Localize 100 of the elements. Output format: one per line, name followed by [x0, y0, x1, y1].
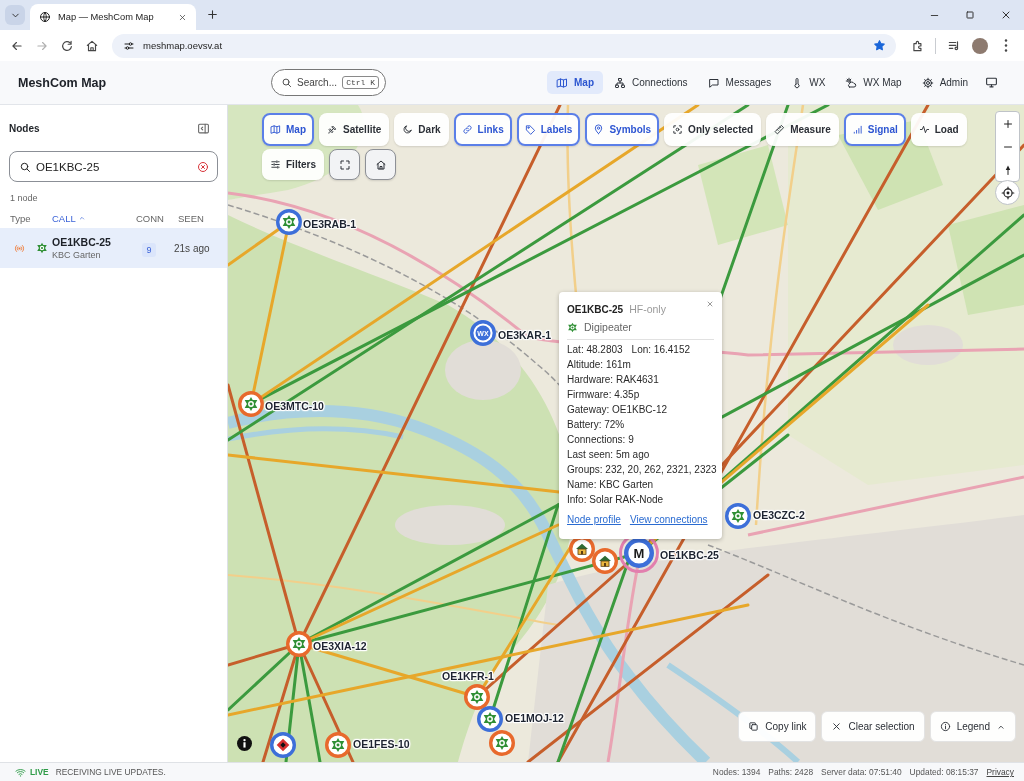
- popup-field: Altitude: 161m: [567, 357, 714, 372]
- popup-link[interactable]: View connections: [629, 513, 708, 527]
- nav-tab[interactable]: WX: [782, 71, 835, 94]
- sort-caret-icon: [77, 214, 86, 222]
- monitor-icon: [985, 76, 998, 89]
- node-label: OE3CZC-2: [753, 509, 805, 522]
- popup-field: Groups: 232, 20, 262, 2321, 2323: [567, 462, 714, 477]
- site-settings-icon[interactable]: [123, 39, 135, 52]
- nav-tab[interactable]: Admin: [912, 71, 977, 94]
- popup-field: Hardware: RAK4631: [567, 372, 714, 387]
- popup-field: Name: KBC Garten: [567, 477, 714, 492]
- popup-tag: HF-only: [629, 303, 666, 315]
- legend-button[interactable]: Legend: [929, 711, 1016, 742]
- sun-cloud-icon: [845, 76, 858, 89]
- status-stat: Updated: 08:15:37: [909, 767, 979, 777]
- toggle-button[interactable]: Symbols: [585, 113, 660, 146]
- toggle-button[interactable]: Only selected: [664, 113, 762, 146]
- map-icon: [270, 124, 281, 135]
- column-header[interactable]: CALL: [52, 212, 136, 224]
- keyboard-shortcut: Ctrl K: [342, 76, 379, 89]
- info-icon: [939, 721, 951, 732]
- map-action-button[interactable]: Clear selection: [821, 711, 925, 742]
- reload-icon: [59, 38, 74, 53]
- nav-tab[interactable]: WX Map: [836, 71, 911, 94]
- layer-button[interactable]: Map: [262, 113, 314, 146]
- sidebar-collapse-icon[interactable]: [197, 121, 210, 135]
- nav-tab[interactable]: Map: [547, 71, 603, 94]
- home-icon: [84, 38, 99, 53]
- profile-avatar[interactable]: [972, 37, 988, 54]
- star-icon[interactable]: [873, 39, 886, 52]
- radio-waves-icon: [14, 242, 25, 254]
- last-seen: 21s ago: [174, 242, 211, 254]
- column-header[interactable]: SEEN: [178, 212, 227, 224]
- hierarchy-icon: [614, 76, 626, 89]
- connection-count: 9: [142, 243, 156, 257]
- fullscreen-button[interactable]: [329, 149, 360, 180]
- search-field[interactable]: OE1KBC-25: [9, 151, 218, 182]
- popup-field: Gateway: OE1KBC-12: [567, 402, 714, 417]
- popup-field: Last seen: 5m ago: [567, 447, 714, 462]
- popup-field: Connections: 9: [567, 432, 714, 447]
- home-view-button[interactable]: [365, 149, 396, 180]
- playlist-icon: [946, 38, 961, 53]
- popup-field: Lon: 16.4152: [631, 342, 690, 357]
- map-pin-icon: [593, 124, 605, 135]
- ruler-icon: [774, 124, 786, 135]
- search-field[interactable]: Search... Ctrl K: [271, 69, 386, 96]
- toggle-button[interactable]: Links: [453, 113, 512, 146]
- map-action-button[interactable]: Copy link: [738, 711, 817, 742]
- privacy-link[interactable]: Privacy: [986, 767, 1014, 777]
- focus-icon: [672, 124, 684, 135]
- puzzle-icon: [910, 38, 925, 53]
- status-stat: Paths: 2428: [768, 767, 814, 777]
- nav-tab[interactable]: Connections: [605, 71, 697, 94]
- fullscreen-icon: [338, 158, 351, 171]
- filters-button[interactable]: Filters: [262, 149, 324, 180]
- clear-icon[interactable]: [197, 160, 209, 173]
- browser-tab[interactable]: Map — MeshCom Map: [30, 4, 196, 30]
- plus-icon: [1001, 117, 1014, 130]
- close-icon: [831, 721, 843, 732]
- toggle-button[interactable]: Labels: [516, 113, 581, 146]
- popup-link[interactable]: Node profile: [567, 513, 621, 527]
- copy-icon: [748, 721, 760, 732]
- popup-field: Info: Solar RAK-Node: [567, 492, 714, 507]
- satellite-icon: [327, 124, 338, 135]
- column-header[interactable]: CONN: [136, 212, 178, 224]
- link-icon: [461, 124, 473, 135]
- status-stat: Server data: 07:51:40: [821, 767, 902, 777]
- signal-bars-icon: [851, 124, 863, 135]
- star-icon: [36, 242, 48, 254]
- layer-button[interactable]: Dark: [394, 113, 449, 146]
- address-bar[interactable]: meshmap.oevsv.at: [112, 33, 896, 58]
- popup-call: OE1KBC-25: [567, 303, 624, 315]
- layer-button[interactable]: Satellite: [319, 113, 390, 146]
- node-label: OE3XIA-12: [313, 640, 367, 653]
- node-call: OE1KBC-25: [52, 236, 112, 248]
- info-icon[interactable]: [237, 736, 252, 751]
- sliders-icon: [270, 159, 281, 170]
- toggle-button[interactable]: Load: [910, 113, 967, 146]
- moon-icon: [402, 124, 414, 135]
- close-icon[interactable]: [706, 300, 714, 308]
- sidebar-title: Nodes: [9, 122, 40, 134]
- status-message: RECEIVING LIVE UPDATES.: [55, 767, 166, 777]
- column-header[interactable]: Type: [10, 212, 52, 224]
- toggle-button[interactable]: Signal: [843, 113, 906, 146]
- popup-field: Battery: 72%: [567, 417, 714, 432]
- m-node-marker[interactable]: M: [624, 538, 654, 568]
- popup-field: Lat: 48.2803: [567, 342, 623, 357]
- node-label: OE1MOJ-12: [505, 712, 564, 725]
- nav-tab[interactable]: Messages: [698, 71, 781, 94]
- crosshair-icon: [1000, 185, 1015, 200]
- status-stat: Nodes: 1394: [712, 767, 761, 777]
- chat-bubble-icon: [707, 76, 720, 89]
- result-count: 1 node: [9, 192, 39, 204]
- close-icon[interactable]: [178, 12, 187, 22]
- node-row[interactable]: OE1KBC-25 KBC Garten 9 21s ago: [0, 228, 227, 268]
- plus-icon: [205, 7, 219, 21]
- node-label: OE1FES-10: [353, 738, 410, 751]
- close-icon: [1000, 9, 1012, 21]
- home-icon: [374, 158, 387, 171]
- toggle-button[interactable]: Measure: [766, 113, 839, 146]
